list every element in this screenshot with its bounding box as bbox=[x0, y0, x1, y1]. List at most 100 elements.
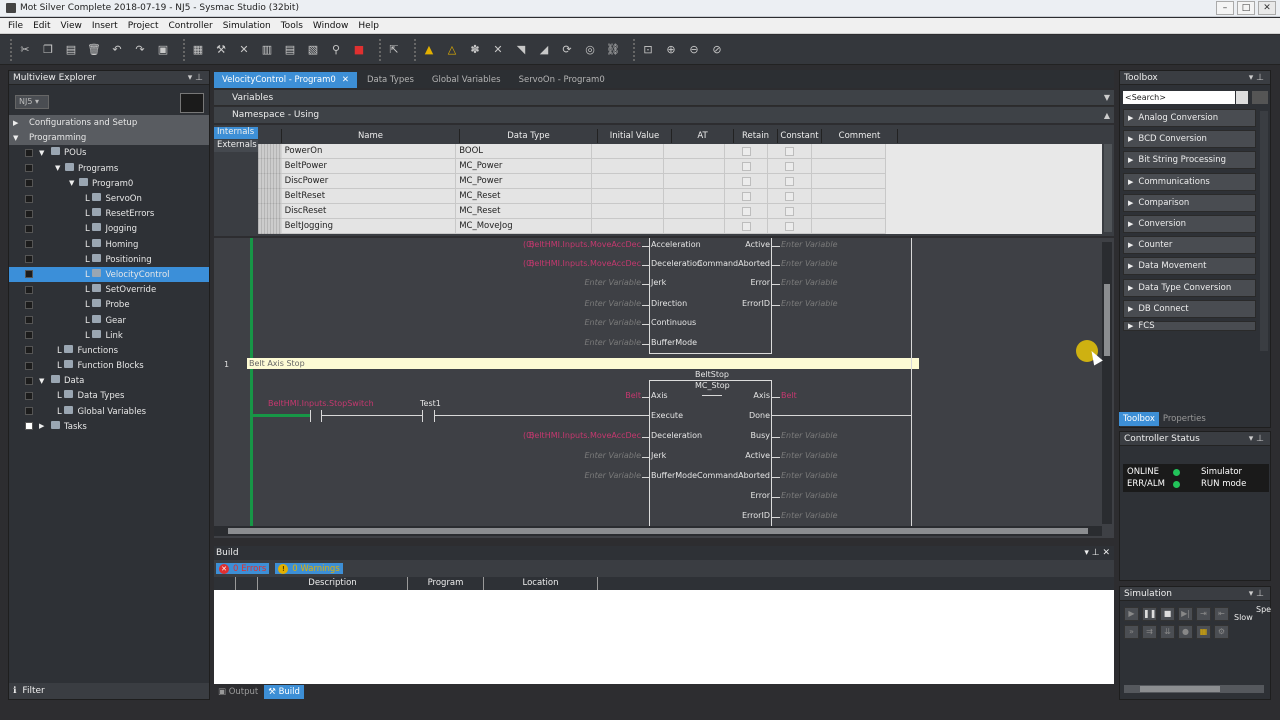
col-name[interactable]: Name bbox=[282, 129, 460, 143]
input-variable[interactable]: BeltHMI.Inputs.MoveAccDec bbox=[529, 240, 641, 249]
cell-comment[interactable] bbox=[812, 219, 887, 234]
output-variable[interactable]: Enter Variable bbox=[781, 431, 838, 440]
toolbox-item[interactable]: ▶ Data Movement bbox=[1123, 257, 1256, 276]
output-variable[interactable]: Enter Variable bbox=[781, 511, 838, 520]
table-row[interactable]: BeltPower MC_Power bbox=[258, 159, 1103, 174]
device-select[interactable]: NJ5 ▾ bbox=[15, 95, 49, 109]
checkbox[interactable] bbox=[25, 270, 33, 279]
checkbox[interactable] bbox=[785, 147, 795, 156]
cell-name[interactable]: DiscReset bbox=[282, 204, 457, 219]
minimize-button[interactable]: – bbox=[1216, 1, 1234, 15]
menu-simulation[interactable]: Simulation bbox=[223, 21, 271, 31]
compare-icon[interactable]: ▥ bbox=[258, 41, 276, 59]
output-variable[interactable]: Enter Variable bbox=[781, 240, 838, 249]
checkbox[interactable] bbox=[25, 331, 33, 340]
input-variable[interactable]: BeltHMI.Inputs.MoveAccDec bbox=[529, 431, 641, 440]
tab-global-variables[interactable]: Global Variables bbox=[424, 72, 509, 88]
checkbox[interactable] bbox=[25, 240, 33, 249]
toolbox-item[interactable]: ▶ Analog Conversion bbox=[1123, 109, 1256, 127]
block-instance-name[interactable]: BeltStop bbox=[695, 370, 729, 379]
cell-initial-value[interactable] bbox=[592, 144, 665, 159]
copy-icon[interactable]: ❐ bbox=[39, 41, 57, 59]
tree-item-data[interactable]: ▼ Data bbox=[9, 373, 209, 388]
tree-item-setoverride[interactable]: L SetOverride bbox=[9, 282, 209, 297]
cell-retain[interactable] bbox=[725, 204, 769, 219]
toolbox-item[interactable]: ▶ Comparison bbox=[1123, 193, 1256, 212]
cell-data-type[interactable]: BOOL bbox=[456, 144, 592, 159]
block-input-pin[interactable]: Acceleration bbox=[651, 240, 701, 249]
menu-controller[interactable]: Controller bbox=[168, 21, 212, 31]
toolbox-item[interactable]: ▶ Data Type Conversion bbox=[1123, 278, 1256, 297]
checkbox[interactable] bbox=[25, 407, 33, 416]
checkbox[interactable] bbox=[25, 346, 33, 355]
checkbox[interactable] bbox=[785, 222, 795, 231]
input-variable[interactable]: Belt bbox=[625, 391, 641, 400]
tree-item-reseterrors[interactable]: L ResetErrors bbox=[9, 206, 209, 221]
collapse-icon[interactable]: ▼ bbox=[1104, 93, 1110, 102]
block-input-pin[interactable]: Axis bbox=[651, 391, 668, 400]
output-variable[interactable]: Enter Variable bbox=[781, 451, 838, 460]
expand-icon[interactable]: ▶ bbox=[1128, 220, 1133, 228]
cell-retain[interactable] bbox=[725, 144, 769, 159]
expand-icon[interactable]: ▶ bbox=[1128, 305, 1133, 313]
online-icon[interactable]: ⇱ bbox=[385, 41, 403, 59]
checkbox[interactable] bbox=[742, 147, 752, 156]
checkbox[interactable] bbox=[25, 361, 33, 370]
menu-help[interactable]: Help bbox=[358, 21, 379, 31]
toolbox-item[interactable]: ▶ DB Connect bbox=[1123, 299, 1256, 318]
tab-externals[interactable]: Externals bbox=[214, 140, 258, 152]
collapse-icon[interactable]: ▲ bbox=[1104, 111, 1110, 120]
col-retain[interactable]: Retain bbox=[734, 129, 778, 143]
menu-edit[interactable]: Edit bbox=[33, 21, 50, 31]
table-row[interactable]: PowerOn BOOL bbox=[258, 144, 1103, 159]
transfer-icon[interactable]: ▤ bbox=[281, 41, 299, 59]
block-output-pin[interactable]: Error bbox=[751, 491, 771, 500]
sim-next-icon[interactable]: ⇉ bbox=[1142, 625, 1157, 639]
namespace-header[interactable]: Namespace - Using ▲ bbox=[214, 107, 1114, 123]
col-location[interactable]: Location bbox=[484, 577, 598, 590]
checkbox[interactable] bbox=[785, 207, 795, 216]
toolbox-item[interactable]: ▶ FCS bbox=[1123, 321, 1256, 331]
tree-item-positioning[interactable]: L Positioning bbox=[9, 252, 209, 267]
cell-retain[interactable] bbox=[725, 174, 769, 189]
scrollbar[interactable] bbox=[1104, 144, 1112, 232]
variables-header[interactable]: Variables ▼ bbox=[214, 90, 1114, 106]
col-comment[interactable]: Comment bbox=[822, 129, 898, 143]
block-output-pin[interactable]: ErrorID bbox=[742, 511, 770, 520]
col-constant[interactable]: Constant bbox=[778, 129, 822, 143]
search-dropdown-icon[interactable] bbox=[1236, 91, 1248, 104]
checkbox[interactable] bbox=[25, 164, 33, 173]
block-input-pin[interactable]: Direction bbox=[651, 299, 687, 308]
cell-comment-ext[interactable] bbox=[886, 189, 1103, 204]
cell-name[interactable]: PowerOn bbox=[282, 144, 457, 159]
sync-icon[interactable]: ▧ bbox=[304, 41, 322, 59]
cell-at[interactable] bbox=[664, 219, 726, 234]
monitor-icon[interactable]: ◎ bbox=[581, 41, 599, 59]
checkbox[interactable] bbox=[785, 192, 795, 201]
output-variable[interactable]: Enter Variable bbox=[781, 299, 838, 308]
force-off-icon[interactable]: ✕ bbox=[489, 41, 507, 59]
sim-fast-icon[interactable]: » bbox=[1124, 625, 1139, 639]
checkbox[interactable] bbox=[25, 316, 33, 325]
toolbox-item[interactable]: ▶ Communications bbox=[1123, 172, 1256, 191]
device-view-button[interactable] bbox=[180, 93, 204, 113]
input-variable[interactable]: Enter Variable bbox=[584, 471, 641, 480]
cell-initial-value[interactable] bbox=[592, 204, 665, 219]
cell-constant[interactable] bbox=[768, 204, 812, 219]
tab-build[interactable]: ⚒ Build bbox=[264, 685, 304, 699]
tree-item-probe[interactable]: L Probe bbox=[9, 297, 209, 312]
menu-view[interactable]: View bbox=[61, 21, 82, 31]
col-description[interactable]: Description bbox=[258, 577, 408, 590]
hammer-icon[interactable]: ⚒ bbox=[212, 41, 230, 59]
cell-comment[interactable] bbox=[812, 174, 887, 189]
checkbox[interactable] bbox=[742, 177, 752, 186]
ladder-horizontal-thumb[interactable] bbox=[228, 528, 1088, 534]
refresh-icon[interactable]: ⟳ bbox=[558, 41, 576, 59]
warnings-filter-button[interactable]: ! 0 Warnings bbox=[275, 563, 343, 574]
checkbox[interactable] bbox=[25, 209, 33, 218]
filter-bar[interactable]: ℹ Filter bbox=[9, 683, 209, 699]
sim-stop-icon[interactable]: ■ bbox=[1160, 607, 1175, 621]
checkbox[interactable] bbox=[785, 162, 795, 171]
pin-icon[interactable]: ▾ ⊥ bbox=[188, 73, 203, 83]
menu-tools[interactable]: Tools bbox=[281, 21, 303, 31]
